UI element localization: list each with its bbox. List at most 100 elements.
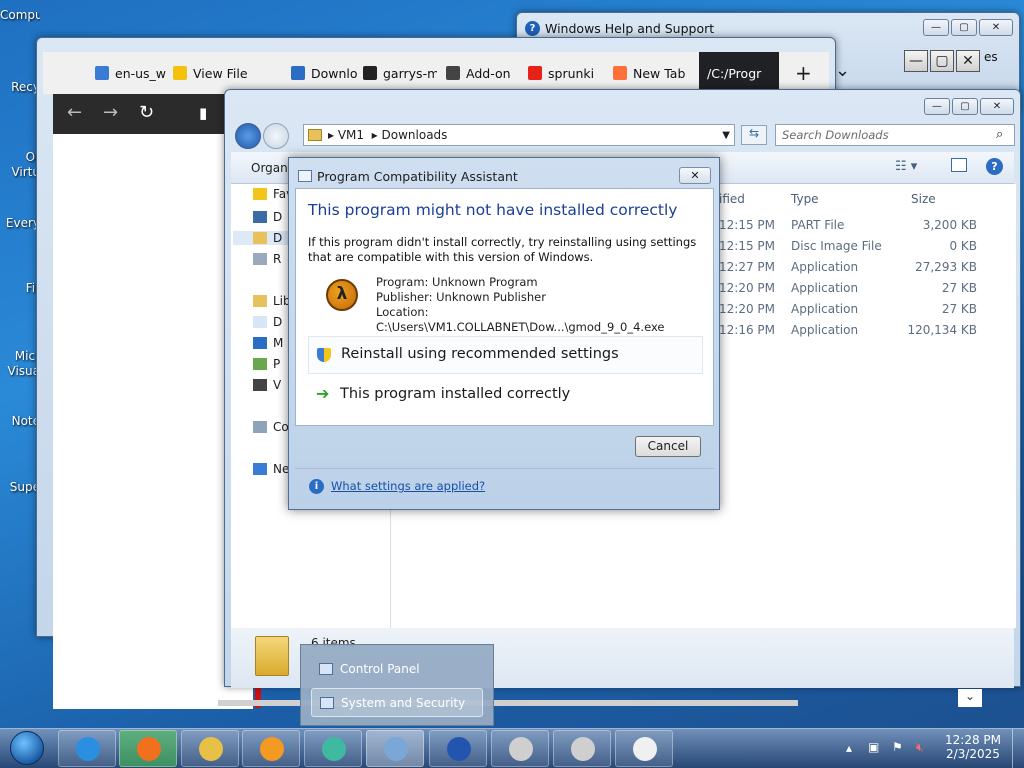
maximize-button[interactable]: ▢ <box>951 19 977 36</box>
desktop-icon[interactable]: Micr <box>0 349 40 363</box>
desktop-icon[interactable]: Or <box>0 150 40 164</box>
cancel-button[interactable]: Cancel <box>635 436 701 457</box>
browser-tab[interactable]: New Tab <box>613 52 687 94</box>
taskbar-firefox-button[interactable] <box>119 730 177 767</box>
scroll-down-icon[interactable]: ⌄ <box>958 689 982 707</box>
browser-tab[interactable]: sprunki <box>528 52 602 94</box>
taskbar-app-bubble-button[interactable] <box>304 730 362 767</box>
taskbar-setup-2-button[interactable] <box>553 730 611 767</box>
refresh-button[interactable]: ⇆ <box>741 125 767 145</box>
nav-item[interactable]: V <box>253 378 281 392</box>
nav-item[interactable]: P <box>253 357 280 371</box>
close-button[interactable]: ✕ <box>979 19 1013 36</box>
desktop-icon[interactable]: Every <box>0 216 40 230</box>
tab-label: New Tab <box>633 65 686 81</box>
reinstall-recommended-option[interactable]: Reinstall using recommended settings <box>308 336 703 374</box>
close-button[interactable]: ✕ <box>980 98 1014 115</box>
compatibility-dialog[interactable]: Program Compatibility Assistant ✕ This p… <box>288 157 720 510</box>
settings-applied-link[interactable]: What settings are applied? <box>331 479 485 493</box>
views-icon[interactable]: ☷ ▾ <box>895 159 917 174</box>
desktop-icon[interactable]: Supe <box>0 480 40 494</box>
desktop-icon[interactable]: Fir <box>0 281 40 295</box>
back-button[interactable] <box>235 123 261 149</box>
desktop-icon[interactable]: Note <box>0 414 40 428</box>
browser-tab[interactable]: garrys-m <box>363 52 437 94</box>
control-panel-icon <box>384 737 408 761</box>
taskbar-ie-button[interactable] <box>58 730 116 767</box>
libraries-icon <box>253 295 267 307</box>
browser-tab[interactable]: en-us_w <box>95 52 169 94</box>
desktop-icon[interactable]: Visua <box>0 364 41 378</box>
browser-tab[interactable]: Add-on <box>446 52 520 94</box>
forward-button[interactable] <box>263 123 289 149</box>
search-input[interactable]: Search Downloads <box>775 124 1015 146</box>
taskbar-explorer-button[interactable] <box>181 730 239 767</box>
help-icon[interactable]: ? <box>986 158 1003 175</box>
minimize-button[interactable]: — <box>923 19 949 36</box>
taskbar-help-button[interactable] <box>429 730 487 767</box>
column-date-modified[interactable]: ified <box>719 192 745 206</box>
preview-pane-icon[interactable] <box>951 158 967 172</box>
minimize-button[interactable]: — <box>924 98 950 115</box>
back-icon[interactable]: ← <box>67 102 82 123</box>
maximize-button[interactable]: ▢ <box>930 50 954 72</box>
close-button[interactable]: ✕ <box>956 50 980 72</box>
file-size: 0 KB <box>949 239 977 253</box>
volume-muted-icon[interactable]: 🔇︎ <box>916 740 924 755</box>
desktop-icon[interactable]: Recy <box>0 80 40 94</box>
installed-correctly-option[interactable]: ➔ This program installed correctly <box>308 377 703 415</box>
column-type[interactable]: Type <box>791 192 819 206</box>
taskbar-list-app-button[interactable] <box>615 730 673 767</box>
address-bar[interactable]: ▸ VM1 ▸ Downloads ▼ <box>303 124 735 146</box>
start-button[interactable] <box>2 729 52 768</box>
nav-item-label: V <box>273 378 282 392</box>
media-icon <box>260 737 284 761</box>
nav-item[interactable]: R <box>253 252 281 266</box>
nav-item[interactable]: D <box>253 210 282 224</box>
reload-icon[interactable]: ↻ <box>139 102 154 123</box>
nav-item[interactable]: D <box>253 315 282 329</box>
address-dropdown-icon[interactable]: ▼ <box>722 130 730 141</box>
program-location: Location: C:\Users\VM1.COLLABNET\Dow...\… <box>376 305 665 334</box>
jump-item-control-panel[interactable]: Control Panel <box>311 655 483 684</box>
show-hidden-icons[interactable]: ▴ <box>846 741 852 755</box>
dialog-close-button[interactable]: ✕ <box>679 167 711 184</box>
network-tray-icon[interactable]: ▣ <box>868 740 879 754</box>
search-icon[interactable]: ⌕ <box>996 127 1003 142</box>
tab-list-icon[interactable]: ⌄ <box>835 60 850 81</box>
show-desktop-button[interactable] <box>1012 729 1024 768</box>
page-icon: ▮ <box>199 104 208 122</box>
taskbar-media-button[interactable] <box>242 730 300 767</box>
taskbar-control-panel-button[interactable] <box>366 730 424 767</box>
nav-item-label: Ne <box>273 462 290 476</box>
taskbar-setup-1-button[interactable] <box>491 730 549 767</box>
browser-tab[interactable]: Downlo <box>291 52 365 94</box>
desktop-icon[interactable]: Virtu <box>0 165 40 179</box>
breadcrumb-downloads[interactable]: Downloads <box>382 128 448 142</box>
browser-tab[interactable]: /C:/Progr <box>699 52 779 94</box>
column-size[interactable]: Size <box>911 192 936 206</box>
maximize-button[interactable]: ▢ <box>952 98 978 115</box>
breadcrumb-vm1[interactable]: VM1 <box>338 128 364 142</box>
file-modified: 12:20 PM <box>719 281 775 295</box>
tab-strip: en-us_w View File Downlo garrys-m Add-on spru… <box>43 52 850 94</box>
forward-icon[interactable]: → <box>103 102 118 123</box>
browser-tab[interactable]: View File <box>173 52 247 94</box>
flag-tray-icon[interactable]: ⚑ <box>892 740 903 754</box>
nav-item[interactable]: Lib <box>253 294 291 308</box>
nav-item[interactable]: M <box>253 336 283 350</box>
clock[interactable]: 12:28 PM 2/3/2025 <box>944 733 1002 761</box>
window-controls: — ▢ ✕ <box>904 50 980 72</box>
jump-item-system-security[interactable]: System and Security <box>311 688 483 717</box>
folder-icon <box>308 129 322 141</box>
file-modified: 12:16 PM <box>719 323 775 337</box>
file-type: Application <box>791 302 859 316</box>
nav-item[interactable]: Ne <box>253 462 289 476</box>
file-size: 27,293 KB <box>915 260 977 274</box>
desktop-icon[interactable]: Computer <box>0 8 40 22</box>
star-icon <box>253 188 267 200</box>
system-security-icon <box>320 697 334 709</box>
new-tab-icon[interactable]: + <box>795 61 812 85</box>
nav-item[interactable]: Co <box>253 420 289 434</box>
minimize-button[interactable]: — <box>904 50 928 72</box>
